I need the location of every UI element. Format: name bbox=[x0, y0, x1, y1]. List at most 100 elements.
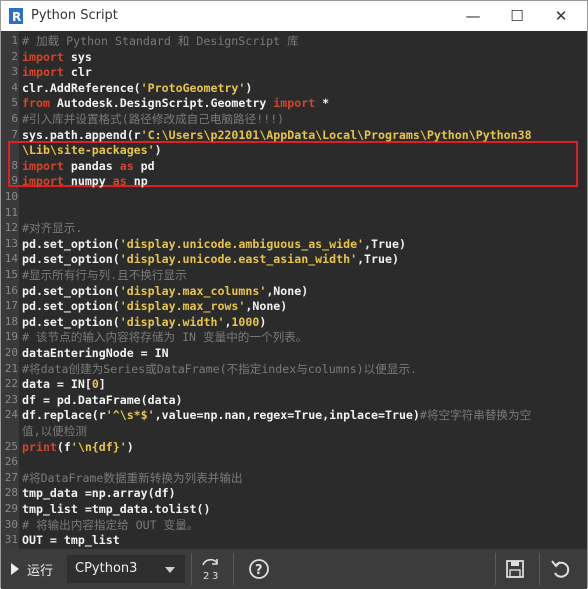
code-token-plain: ) bbox=[154, 143, 162, 158]
code-text: pd.set_option('display.unicode.ambiguous… bbox=[22, 236, 406, 252]
code-token-plain: data = IN[ bbox=[22, 377, 92, 392]
line-number: 16 bbox=[4, 283, 18, 297]
code-token-plain: ) bbox=[245, 80, 253, 95]
code-line: 23 df = pd.DataFrame(data) bbox=[1, 392, 587, 408]
editor-toolbar: 运行 CPython3 2 3 ? bbox=[1, 549, 587, 589]
code-text: import numpy as np bbox=[22, 173, 148, 189]
code-token-plain: Autodesk.DesignScript.Geometry bbox=[49, 96, 274, 111]
code-token-plain: pd bbox=[133, 158, 155, 173]
code-token-plain: clr.AddReference( bbox=[22, 80, 141, 95]
code-token-kw: import bbox=[273, 96, 316, 111]
minimize-button[interactable]: — bbox=[453, 4, 493, 28]
code-token-str: 'C:\Users\p220101\AppData\Local\Programs… bbox=[140, 127, 532, 142]
line-number: 13 bbox=[4, 236, 18, 250]
code-text: dataEnteringNode = IN bbox=[22, 345, 169, 361]
code-text: print(f'\n{df}') bbox=[22, 439, 134, 455]
code-text: #显示所有行与列.且不换行显示 bbox=[22, 267, 187, 283]
code-line: 22 data = IN[0] bbox=[1, 376, 587, 392]
code-text: df.replace(r'^\s*$',value=np.nan,regex=T… bbox=[22, 407, 531, 423]
code-line: 24 df.replace(r'^\s*$',value=np.nan,regex… bbox=[1, 407, 587, 423]
code-token-cm: #将DataFrame数据重新转换为列表并输出 bbox=[22, 470, 243, 485]
save-button[interactable] bbox=[501, 555, 529, 583]
title-bar: R Python Script — ☐ ✕ bbox=[1, 1, 587, 31]
code-token-plain: OUT = tmp_list bbox=[22, 533, 120, 548]
line-number: 8 bbox=[11, 158, 18, 172]
line-number: 30 bbox=[4, 517, 18, 531]
code-token-cm: # 加载 Python Standard 和 DesignScript 库 bbox=[22, 34, 299, 48]
code-line: 14 pd.set_option('display.unicode.east_as… bbox=[1, 251, 587, 267]
code-line: 21 #将data创建为Series或DataFrame(不指定index与col… bbox=[1, 361, 587, 377]
code-text: #将data创建为Series或DataFrame(不指定index与colum… bbox=[22, 361, 417, 377]
python-script-window: R Python Script — ☐ ✕ 1 # 加载 Python Stand… bbox=[0, 0, 588, 589]
maximize-button[interactable]: ☐ bbox=[497, 4, 537, 28]
code-line: 27 #将DataFrame数据重新转换为列表并输出 bbox=[1, 470, 587, 486]
code-text: clr.AddReference('ProtoGeometry') bbox=[22, 80, 252, 96]
engine-dropdown[interactable]: CPython3 bbox=[67, 555, 185, 583]
code-text: pd.set_option('display.width',1000) bbox=[22, 314, 266, 330]
code-text: pd.set_option('display.unicode.east_asia… bbox=[22, 251, 399, 267]
code-token-kw: from bbox=[22, 96, 50, 111]
code-line: 30 # 将输出内容指定给 OUT 变量。 bbox=[1, 517, 587, 533]
help-button[interactable]: ? bbox=[245, 555, 273, 583]
code-token-plain: pandas bbox=[63, 158, 120, 173]
code-token-plain: df = pd.DataFrame(data) bbox=[22, 392, 183, 407]
code-token-plain: pd.set_option( bbox=[22, 236, 120, 251]
code-token-plain: sys.path.append(r bbox=[22, 127, 141, 142]
line-number: 5 bbox=[11, 96, 18, 110]
toolbar-divider bbox=[495, 553, 496, 585]
code-token-plain: tmp_list =tmp_data.tolist() bbox=[22, 502, 211, 516]
line-number: 27 bbox=[4, 470, 18, 484]
toolbar-divider bbox=[539, 553, 540, 585]
code-line: 1 # 加载 Python Standard 和 DesignScript 库 bbox=[1, 33, 587, 49]
code-text: tmp_data =np.array(df) bbox=[22, 485, 176, 501]
line-number: 21 bbox=[4, 361, 18, 375]
code-token-num: 0 bbox=[91, 377, 99, 392]
migrate-python-button[interactable]: 2 3 bbox=[197, 555, 225, 583]
code-token-plain: pd.set_option( bbox=[22, 252, 120, 267]
code-line: 13 pd.set_option('display.unicode.ambiguo… bbox=[1, 236, 587, 252]
run-button[interactable]: 运行 bbox=[7, 557, 61, 581]
code-token-cm: #将data创建为Series或DataFrame(不指定index与colum… bbox=[22, 361, 418, 376]
code-token-num: 1000 bbox=[231, 314, 260, 329]
code-token-str: '\n{df}' bbox=[70, 439, 127, 454]
code-text: pd.set_option('display.max_columns',None… bbox=[22, 283, 308, 299]
line-number: 6 bbox=[11, 112, 18, 125]
code-text: data = IN[0] bbox=[22, 376, 106, 392]
code-line: 值,以便检测 bbox=[1, 423, 587, 439]
code-text: OUT = tmp_list bbox=[22, 532, 120, 548]
code-line: 11 bbox=[1, 205, 587, 221]
line-number: 18 bbox=[4, 314, 18, 328]
svg-text:?: ? bbox=[255, 563, 263, 578]
line-number: 3 bbox=[11, 65, 18, 79]
svg-text:3: 3 bbox=[212, 571, 218, 582]
code-line: 2 import sys bbox=[1, 49, 587, 65]
close-button[interactable]: ✕ bbox=[541, 4, 581, 28]
play-icon bbox=[11, 563, 19, 575]
code-token-plain: ) bbox=[259, 314, 267, 329]
line-number: 29 bbox=[4, 502, 18, 515]
line-number: 17 bbox=[4, 299, 18, 313]
code-line: \Lib\site-packages') bbox=[1, 142, 587, 158]
code-token-plain: ] bbox=[98, 377, 106, 392]
code-text: df = pd.DataFrame(data) bbox=[22, 392, 183, 408]
code-token-kw: as bbox=[119, 158, 134, 173]
code-text: import clr bbox=[22, 64, 92, 80]
code-text: # 加载 Python Standard 和 DesignScript 库 bbox=[22, 33, 299, 49]
code-line: 12 #对齐显示. bbox=[1, 220, 587, 236]
code-token-plain: (f bbox=[56, 439, 71, 454]
code-token-str: 'display.max_columns' bbox=[119, 283, 267, 298]
code-token-str: 'display.unicode.east_asian_width' bbox=[119, 252, 358, 267]
code-line: 25 print(f'\n{df}') bbox=[1, 439, 587, 455]
code-token-plain: ,None) bbox=[245, 299, 288, 314]
revert-button[interactable] bbox=[547, 555, 575, 583]
code-text: # 将输出内容指定给 OUT 变量。 bbox=[22, 517, 198, 533]
code-text: import sys bbox=[22, 49, 92, 65]
code-line: 28 tmp_data =np.array(df) bbox=[1, 485, 587, 501]
code-token-cm: #对齐显示. bbox=[22, 221, 83, 236]
save-icon bbox=[506, 560, 524, 578]
code-text: pd.set_option('display.max_rows',None) bbox=[22, 298, 287, 314]
code-editor[interactable]: 1 # 加载 Python Standard 和 DesignScript 库2i… bbox=[1, 31, 587, 549]
line-number: 9 bbox=[11, 174, 18, 188]
code-token-plain: tmp_data =np.array(df) bbox=[22, 486, 176, 501]
code-token-str: \Lib\site-packages' bbox=[22, 143, 155, 158]
